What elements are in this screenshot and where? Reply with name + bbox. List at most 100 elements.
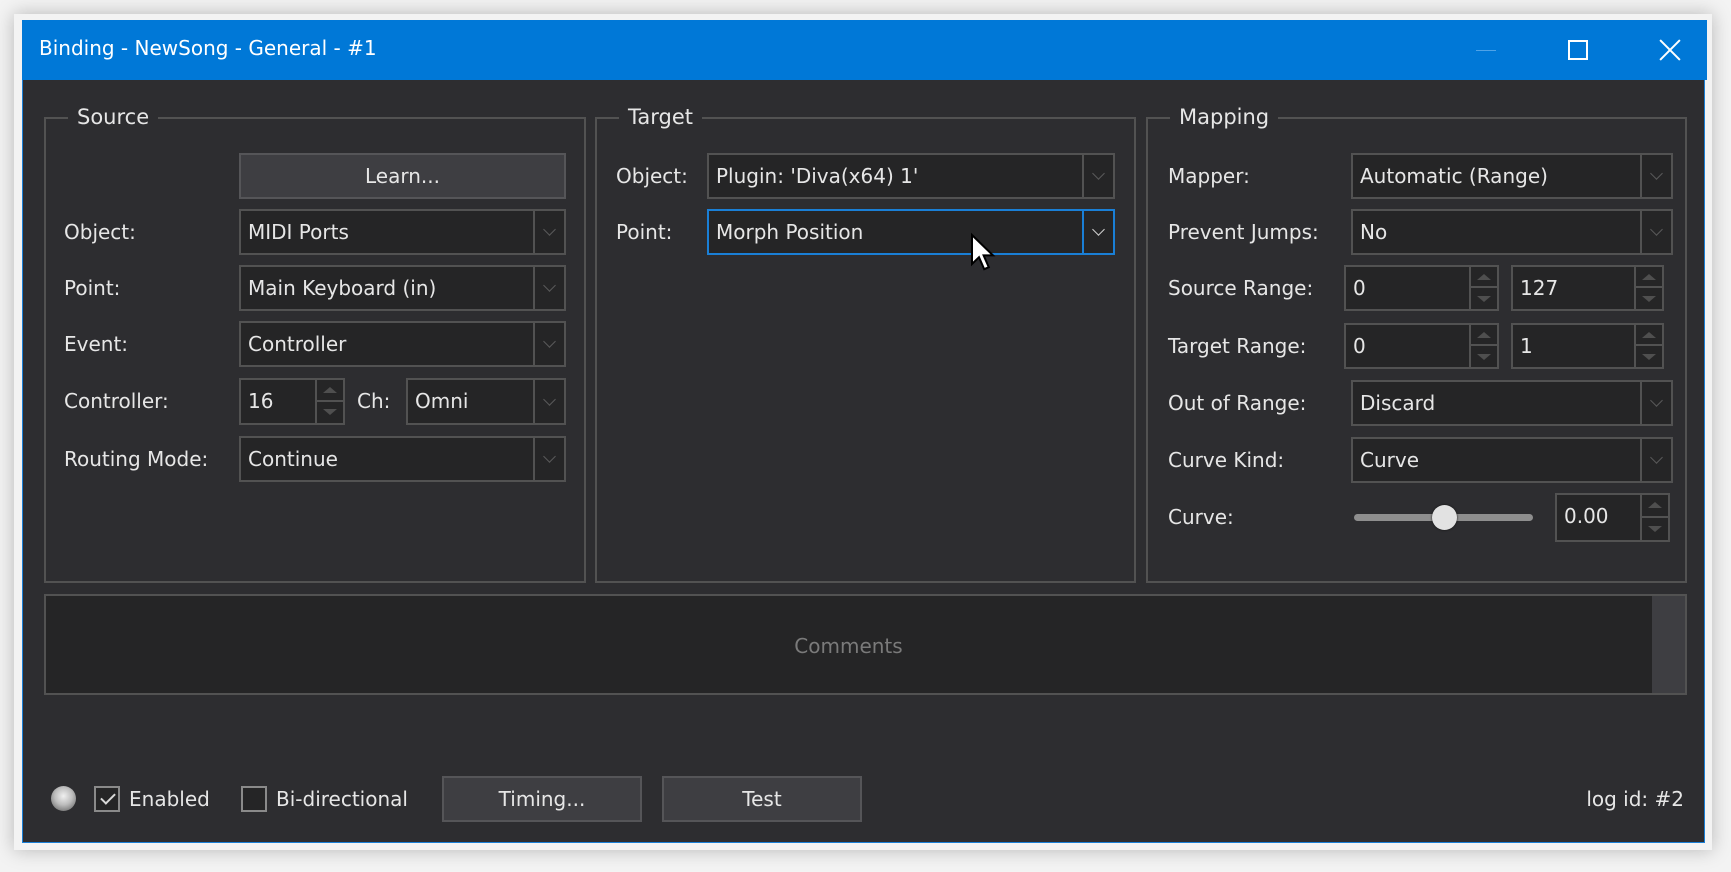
target-point-label: Point: — [616, 220, 673, 244]
source-point-dropdown-button[interactable] — [533, 267, 564, 309]
chevron-down-icon — [1650, 167, 1663, 180]
target-object-combo[interactable]: Plugin: 'Diva(x64) 1' — [707, 153, 1115, 199]
prevent-jumps-combo[interactable]: No — [1351, 209, 1673, 255]
controller-spin-buttons — [315, 380, 343, 423]
prevent-jumps-dropdown-button[interactable] — [1640, 211, 1671, 253]
prevent-jumps-value: No — [1360, 220, 1388, 244]
source-range-max-increment[interactable] — [1636, 267, 1662, 288]
channel-dropdown-button[interactable] — [533, 380, 564, 423]
minimize-icon — [1476, 49, 1496, 51]
target-range-max-spin-buttons — [1634, 325, 1662, 367]
target-point-combo[interactable]: Morph Position — [707, 209, 1115, 255]
out-of-range-value: Discard — [1360, 391, 1436, 415]
chevron-down-icon — [543, 279, 556, 292]
arrow-up-icon — [1477, 331, 1491, 338]
minimize-button — [1440, 20, 1532, 80]
controller-label: Controller: — [64, 389, 169, 413]
curve-value: 0.00 — [1564, 504, 1609, 528]
chevron-down-icon — [543, 335, 556, 348]
curve-value-spinbox[interactable]: 0.00 — [1555, 493, 1670, 542]
out-of-range-combo[interactable]: Discard — [1351, 380, 1673, 426]
source-range-min-value: 0 — [1353, 276, 1366, 300]
source-object-combo[interactable]: MIDI Ports — [239, 209, 566, 255]
arrow-up-icon — [323, 386, 337, 393]
target-range-label: Target Range: — [1168, 334, 1307, 358]
arrow-down-icon — [1648, 525, 1662, 532]
learn-button[interactable]: Learn... — [239, 153, 566, 199]
arrow-down-icon — [1642, 353, 1656, 360]
bidirectional-checkbox[interactable] — [241, 786, 267, 812]
source-range-max-decrement[interactable] — [1636, 288, 1662, 309]
source-object-label: Object: — [64, 220, 136, 244]
mapper-combo[interactable]: Automatic (Range) — [1351, 153, 1673, 199]
source-range-min-decrement[interactable] — [1471, 288, 1497, 309]
controller-number-spinbox[interactable]: 16 — [239, 378, 345, 425]
chevron-down-icon — [1650, 223, 1663, 236]
source-point-label: Point: — [64, 276, 121, 300]
target-object-dropdown-button[interactable] — [1082, 155, 1113, 197]
source-object-dropdown-button[interactable] — [533, 211, 564, 253]
target-point-dropdown-button[interactable] — [1082, 211, 1113, 253]
target-range-max-spinbox[interactable]: 1 — [1511, 323, 1664, 369]
target-group-title: Target — [619, 104, 702, 130]
bidirectional-label[interactable]: Bi-directional — [276, 787, 408, 811]
close-icon — [1659, 39, 1681, 61]
curve-slider[interactable] — [1354, 502, 1533, 532]
source-point-combo[interactable]: Main Keyboard (in) — [239, 265, 566, 311]
source-range-label: Source Range: — [1168, 276, 1314, 300]
mapper-label: Mapper: — [1168, 164, 1250, 188]
chevron-down-icon — [543, 450, 556, 463]
curve-decrement-button[interactable] — [1642, 518, 1668, 541]
source-event-value: Controller — [248, 332, 347, 356]
timing-button[interactable]: Timing... — [442, 776, 642, 822]
routing-mode-dropdown-button[interactable] — [533, 438, 564, 480]
source-range-min-increment[interactable] — [1471, 267, 1497, 288]
binding-window: Binding - NewSong - General - #1 Source … — [22, 20, 1707, 843]
arrow-up-icon — [1642, 331, 1656, 338]
curve-kind-value: Curve — [1360, 448, 1420, 472]
mapping-group-title: Mapping — [1170, 104, 1279, 130]
curve-kind-label: Curve Kind: — [1168, 448, 1285, 472]
controller-number-value: 16 — [248, 389, 274, 413]
channel-combo[interactable]: Omni — [406, 378, 566, 425]
title-bar[interactable]: Binding - NewSong - General - #1 — [22, 20, 1707, 80]
source-range-min-spinbox[interactable]: 0 — [1344, 265, 1499, 311]
curve-kind-dropdown-button[interactable] — [1640, 439, 1671, 481]
target-range-max-decrement[interactable] — [1636, 346, 1662, 367]
routing-mode-combo[interactable]: Continue — [239, 436, 566, 482]
close-button[interactable] — [1624, 20, 1716, 80]
mapper-dropdown-button[interactable] — [1640, 155, 1671, 197]
target-range-min-spinbox[interactable]: 0 — [1344, 323, 1499, 369]
target-range-min-value: 0 — [1353, 334, 1366, 358]
controller-decrement-button[interactable] — [317, 402, 343, 424]
chevron-down-icon — [543, 392, 556, 406]
target-range-max-increment[interactable] — [1636, 325, 1662, 346]
enabled-checkbox[interactable] — [94, 786, 120, 812]
out-of-range-label: Out of Range: — [1168, 391, 1307, 415]
out-of-range-dropdown-button[interactable] — [1640, 382, 1671, 424]
source-event-combo[interactable]: Controller — [239, 321, 566, 367]
comments-textarea[interactable]: Comments — [44, 594, 1687, 695]
channel-label: Ch: — [357, 389, 391, 413]
arrow-up-icon — [1648, 502, 1662, 509]
controller-increment-button[interactable] — [317, 380, 343, 402]
maximize-button[interactable] — [1532, 20, 1624, 80]
channel-value: Omni — [415, 389, 469, 413]
curve-increment-button[interactable] — [1642, 495, 1668, 518]
chevron-down-icon — [543, 223, 556, 236]
source-range-max-value: 127 — [1520, 276, 1559, 300]
curve-label: Curve: — [1168, 505, 1234, 529]
comments-scrollbar[interactable] — [1652, 596, 1685, 693]
enabled-label[interactable]: Enabled — [129, 787, 210, 811]
target-range-min-decrement[interactable] — [1471, 346, 1497, 367]
curve-kind-combo[interactable]: Curve — [1351, 437, 1673, 483]
chevron-down-icon — [1092, 223, 1105, 236]
chevron-down-icon — [1092, 167, 1105, 180]
maximize-icon — [1568, 40, 1588, 60]
source-event-dropdown-button[interactable] — [533, 323, 564, 365]
source-range-max-spinbox[interactable]: 127 — [1511, 265, 1664, 311]
test-button[interactable]: Test — [662, 776, 862, 822]
source-point-value: Main Keyboard (in) — [248, 276, 437, 300]
curve-slider-thumb[interactable] — [1431, 505, 1457, 530]
target-range-min-increment[interactable] — [1471, 325, 1497, 346]
